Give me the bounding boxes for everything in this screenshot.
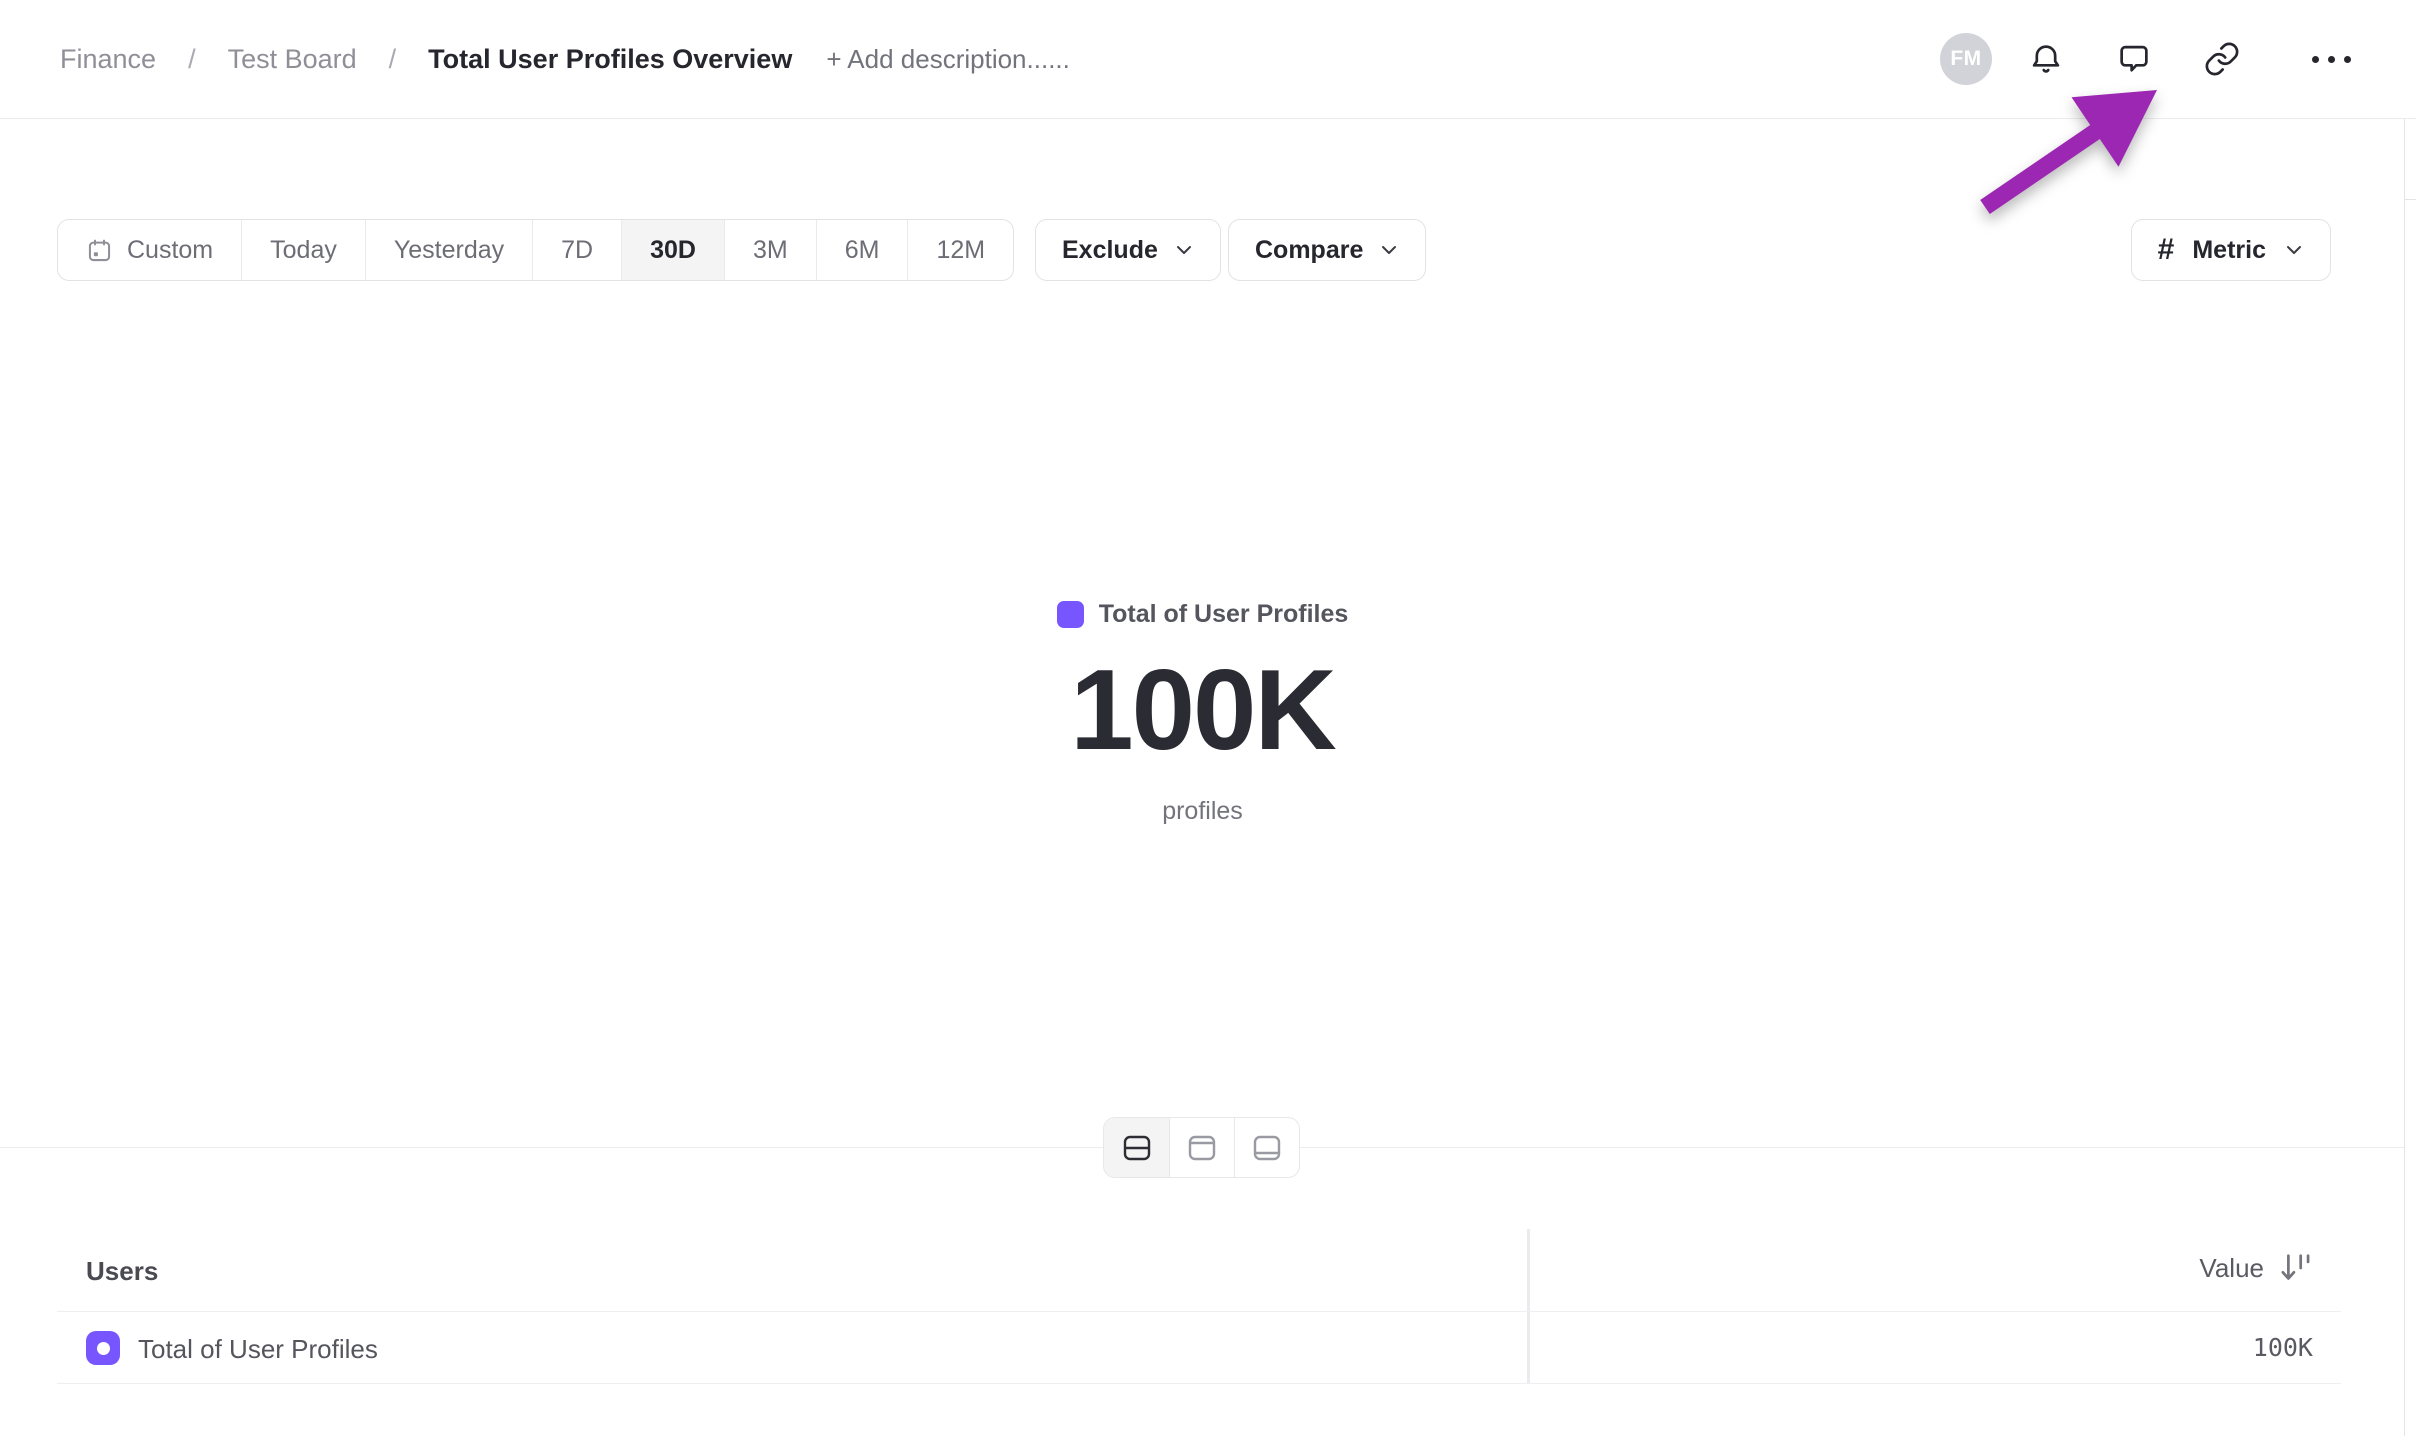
breadcrumb: Finance / Test Board / Total User Profil… bbox=[60, 44, 792, 75]
compare-dropdown-button[interactable]: Compare bbox=[1228, 219, 1426, 281]
view-header-top-button[interactable] bbox=[1169, 1118, 1234, 1177]
comments-icon[interactable] bbox=[2090, 33, 2178, 85]
date-range-label: Custom bbox=[127, 236, 213, 265]
metric-label: Metric bbox=[2192, 236, 2266, 265]
date-range-30d[interactable]: 30D bbox=[621, 220, 724, 280]
chevron-down-icon bbox=[1379, 243, 1399, 257]
metric-dropdown-button[interactable]: # Metric bbox=[2131, 219, 2331, 281]
page-title[interactable]: Total User Profiles Overview bbox=[428, 44, 792, 75]
exclude-label: Exclude bbox=[1062, 236, 1158, 265]
date-range-label: 12M bbox=[936, 236, 985, 265]
chevron-down-icon bbox=[1174, 243, 1194, 257]
date-range-6m[interactable]: 6M bbox=[816, 220, 908, 280]
date-range-label: 6M bbox=[845, 236, 880, 265]
view-footer-bottom-button[interactable] bbox=[1234, 1118, 1299, 1177]
add-description-button[interactable]: + Add description...... bbox=[826, 44, 1070, 75]
notifications-bell-icon[interactable] bbox=[2002, 33, 2090, 85]
more-options-icon[interactable] bbox=[2288, 56, 2374, 63]
calendar-icon bbox=[86, 237, 113, 264]
table-header-divider bbox=[57, 1311, 2341, 1312]
date-range-label: 30D bbox=[650, 236, 696, 265]
date-range-custom[interactable]: Custom bbox=[58, 220, 241, 280]
sort-descending-icon bbox=[2278, 1252, 2316, 1284]
avatar-initials: FM bbox=[1940, 33, 1992, 85]
date-range-12m[interactable]: 12M bbox=[907, 220, 1013, 280]
metric-value: 100K bbox=[0, 648, 2405, 773]
table-row-label: Total of User Profiles bbox=[138, 1334, 378, 1365]
date-range-7d[interactable]: 7D bbox=[532, 220, 621, 280]
table-header-value-label: Value bbox=[2199, 1253, 2264, 1284]
date-range-label: 3M bbox=[753, 236, 788, 265]
right-panel-notch bbox=[2404, 199, 2416, 200]
chevron-down-icon bbox=[2284, 243, 2304, 257]
date-range-label: 7D bbox=[561, 236, 593, 265]
chart-legend: Total of User Profiles bbox=[0, 600, 2405, 629]
toolbar: Custom Today Yesterday 7D 30D 3M 6M 12M … bbox=[0, 219, 2405, 281]
legend-swatch bbox=[1057, 601, 1084, 628]
date-range-3m[interactable]: 3M bbox=[724, 220, 816, 280]
date-range-today[interactable]: Today bbox=[241, 220, 365, 280]
date-range-yesterday[interactable]: Yesterday bbox=[365, 220, 532, 280]
copy-link-icon[interactable] bbox=[2178, 33, 2266, 85]
breadcrumb-separator: / bbox=[188, 44, 196, 75]
view-split-rows-button[interactable] bbox=[1104, 1118, 1169, 1177]
breadcrumb-separator: / bbox=[389, 44, 397, 75]
metric-unit: profiles bbox=[0, 797, 2405, 826]
series-color-icon bbox=[86, 1331, 120, 1365]
table-column-divider[interactable] bbox=[1527, 1229, 1530, 1383]
avatar[interactable]: FM bbox=[1930, 33, 2002, 85]
breadcrumb-finance[interactable]: Finance bbox=[60, 44, 156, 75]
right-panel-edge bbox=[2404, 119, 2405, 1436]
table-header-users: Users bbox=[86, 1256, 158, 1287]
date-range-label: Today bbox=[270, 236, 337, 265]
exclude-dropdown-button[interactable]: Exclude bbox=[1035, 219, 1221, 281]
view-switcher bbox=[1103, 1117, 1300, 1178]
table-header-value-sort[interactable]: Value bbox=[2199, 1252, 2316, 1284]
table-row-value: 100K bbox=[2253, 1333, 2313, 1362]
table-row-divider bbox=[57, 1383, 2341, 1384]
board-header: Finance / Test Board / Total User Profil… bbox=[0, 0, 2416, 119]
legend-label: Total of User Profiles bbox=[1099, 600, 1349, 629]
breadcrumb-test-board[interactable]: Test Board bbox=[228, 44, 357, 75]
header-actions: FM bbox=[1930, 33, 2374, 85]
date-range-label: Yesterday bbox=[394, 236, 504, 265]
compare-label: Compare bbox=[1255, 236, 1363, 265]
date-range-picker: Custom Today Yesterday 7D 30D 3M 6M 12M bbox=[57, 219, 1014, 281]
hash-icon: # bbox=[2158, 233, 2175, 267]
